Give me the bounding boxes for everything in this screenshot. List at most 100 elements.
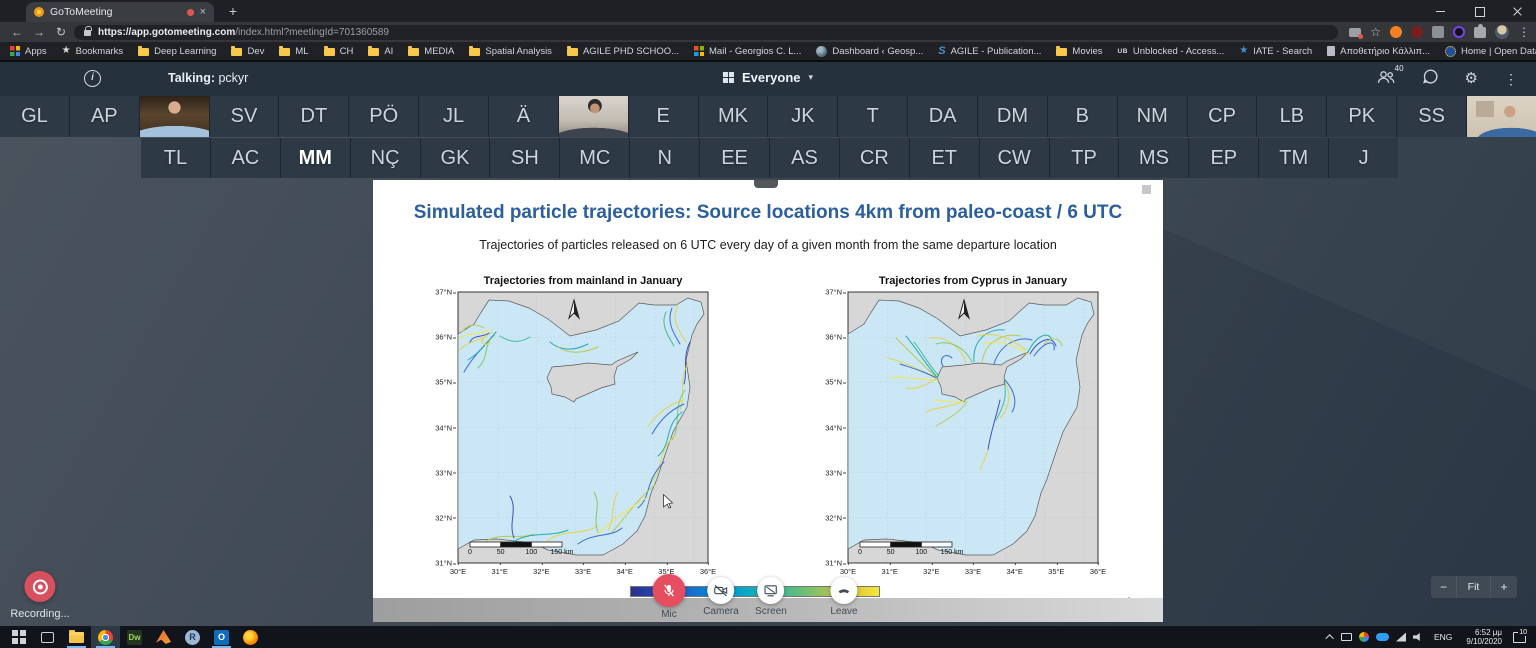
bookmark-item[interactable]: ★Bookmarks	[62, 46, 123, 57]
participant-video-tile[interactable]	[140, 96, 209, 137]
participant-tile[interactable]: SS	[1397, 96, 1466, 137]
participant-tile[interactable]: SV	[210, 96, 279, 137]
tab-capture-icon[interactable]	[1349, 28, 1361, 37]
maximize-icon[interactable]	[1460, 0, 1498, 22]
leave-button[interactable]: Leave	[830, 574, 857, 617]
mic-button[interactable]: Mic	[653, 574, 686, 620]
participant-tile[interactable]: MC	[560, 138, 629, 178]
fit-button[interactable]: Fit	[1457, 576, 1491, 598]
close-icon[interactable]	[1498, 0, 1536, 22]
bookmark-item[interactable]: AI	[368, 46, 393, 57]
participant-tile[interactable]: EE	[700, 138, 769, 178]
participant-tile[interactable]: PK	[1327, 96, 1396, 137]
participant-tile[interactable]: N	[630, 138, 699, 178]
bookmark-item[interactable]: MEDIA	[408, 46, 454, 57]
extension-icon[interactable]	[1432, 26, 1444, 38]
profile-avatar[interactable]	[1495, 25, 1509, 39]
participant-tile[interactable]: NÇ	[351, 138, 420, 178]
bookmark-item[interactable]: Dev	[231, 46, 264, 57]
participant-tile[interactable]: CW	[980, 138, 1049, 178]
bookmark-item[interactable]: Deep Learning	[138, 46, 216, 57]
taskbar-task-view[interactable]	[33, 626, 62, 648]
tab-close-icon[interactable]: ×	[200, 7, 206, 17]
extension-icon[interactable]	[1390, 26, 1402, 38]
participant-tile[interactable]: GK	[421, 138, 490, 178]
participant-tile[interactable]: T	[838, 96, 907, 137]
bookmark-item[interactable]: ★IATE - Search	[1239, 46, 1312, 57]
participant-tile[interactable]: Ä	[489, 96, 558, 137]
participant-tile[interactable]: TL	[141, 138, 210, 178]
participant-tile[interactable]: B	[1048, 96, 1117, 137]
taskbar-chrome[interactable]	[91, 626, 120, 648]
participant-tile[interactable]: PÖ	[349, 96, 418, 137]
bookmark-item[interactable]: UBUnblocked - Access...	[1118, 46, 1225, 57]
participant-tile[interactable]: MM	[281, 138, 350, 178]
participant-tile[interactable]: NM	[1118, 96, 1187, 137]
zoom-in-button[interactable]: +	[1491, 576, 1517, 598]
participant-tile[interactable]: MK	[699, 96, 768, 137]
reload-icon[interactable]: ↻	[52, 24, 70, 40]
participant-video-tile[interactable]	[1467, 96, 1536, 137]
camera-button[interactable]: Camera	[703, 574, 739, 617]
taskbar-matlab[interactable]	[149, 626, 178, 648]
bookmark-item[interactable]: Mail - Georgios C. L...	[694, 46, 801, 57]
extension-icon[interactable]	[1453, 26, 1465, 38]
slide-corner-button[interactable]	[1142, 185, 1151, 194]
participant-tile[interactable]: TM	[1259, 138, 1328, 178]
notification-center-icon[interactable]: 10	[1513, 632, 1526, 643]
taskbar-start[interactable]	[4, 626, 33, 648]
camera-icon[interactable]	[1341, 633, 1352, 641]
participant-tile[interactable]: EP	[1189, 138, 1258, 178]
taskbar-outlook[interactable]: O	[207, 626, 236, 648]
more-options-icon[interactable]: ⋮	[1504, 71, 1518, 87]
participant-tile[interactable]: AC	[211, 138, 280, 178]
address-bar[interactable]: https://app.gotomeeting.com/index.html?m…	[74, 25, 1338, 40]
network-icon[interactable]	[1396, 633, 1406, 642]
taskbar-explorer[interactable]	[62, 626, 91, 648]
settings-gear-icon[interactable]: ⚙	[1465, 71, 1478, 87]
onedrive-icon[interactable]	[1376, 633, 1389, 641]
participant-tile[interactable]: DT	[279, 96, 348, 137]
view-selector[interactable]: Everyone ▾	[723, 70, 813, 85]
participant-tile[interactable]: JK	[768, 96, 837, 137]
record-icon[interactable]	[25, 571, 56, 602]
participant-tile[interactable]: DM	[978, 96, 1047, 137]
bookmark-item[interactable]: SAGILE - Publication...	[938, 46, 1041, 57]
participants-button[interactable]: 40	[1376, 69, 1396, 90]
extensions-puzzle-icon[interactable]	[1474, 27, 1486, 38]
screen-button[interactable]: Screen	[755, 574, 787, 617]
sync-icon[interactable]	[1359, 632, 1369, 642]
taskbar-r[interactable]: R	[178, 626, 207, 648]
chevron-up-icon[interactable]	[1325, 634, 1333, 642]
bookmark-item[interactable]: Apps	[10, 46, 47, 57]
participant-tile[interactable]: J	[1329, 138, 1398, 178]
browser-menu-icon[interactable]: ⋮	[1518, 25, 1530, 39]
participant-tile[interactable]: MS	[1119, 138, 1188, 178]
bookmark-item[interactable]: ML	[279, 46, 308, 57]
bookmark-item[interactable]: Movies	[1056, 46, 1102, 57]
participant-tile[interactable]: DA	[908, 96, 977, 137]
bookmark-star-icon[interactable]: ☆	[1370, 26, 1381, 38]
extension-icon[interactable]	[1411, 26, 1423, 38]
participant-tile[interactable]: GL	[0, 96, 69, 137]
participant-tile[interactable]: ET	[910, 138, 979, 178]
participant-tile[interactable]: AP	[70, 96, 139, 137]
chat-button[interactable]	[1422, 68, 1439, 90]
browser-tab[interactable]: GoToMeeting ×	[26, 2, 214, 22]
minimize-icon[interactable]	[1422, 0, 1460, 22]
bookmark-item[interactable]: Dashboard ‹ Geosp...	[816, 46, 923, 57]
language-indicator[interactable]: ENG	[1431, 632, 1455, 642]
back-icon[interactable]: ←	[8, 24, 26, 40]
zoom-out-button[interactable]: −	[1431, 576, 1457, 598]
taskbar-firefox[interactable]	[236, 626, 265, 648]
participant-tile[interactable]: CP	[1188, 96, 1257, 137]
participant-tile[interactable]: E	[629, 96, 698, 137]
participant-tile[interactable]: TP	[1050, 138, 1119, 178]
bookmark-item[interactable]: Home | Open Data...	[1445, 46, 1536, 57]
forward-icon[interactable]: →	[30, 24, 48, 40]
bookmark-item[interactable]: AGILE PHD SCHOO...	[567, 46, 679, 57]
participant-tile[interactable]: AS	[770, 138, 839, 178]
volume-icon[interactable]	[1413, 633, 1424, 642]
participant-video-tile[interactable]	[559, 96, 628, 137]
participant-tile[interactable]: LB	[1257, 96, 1326, 137]
